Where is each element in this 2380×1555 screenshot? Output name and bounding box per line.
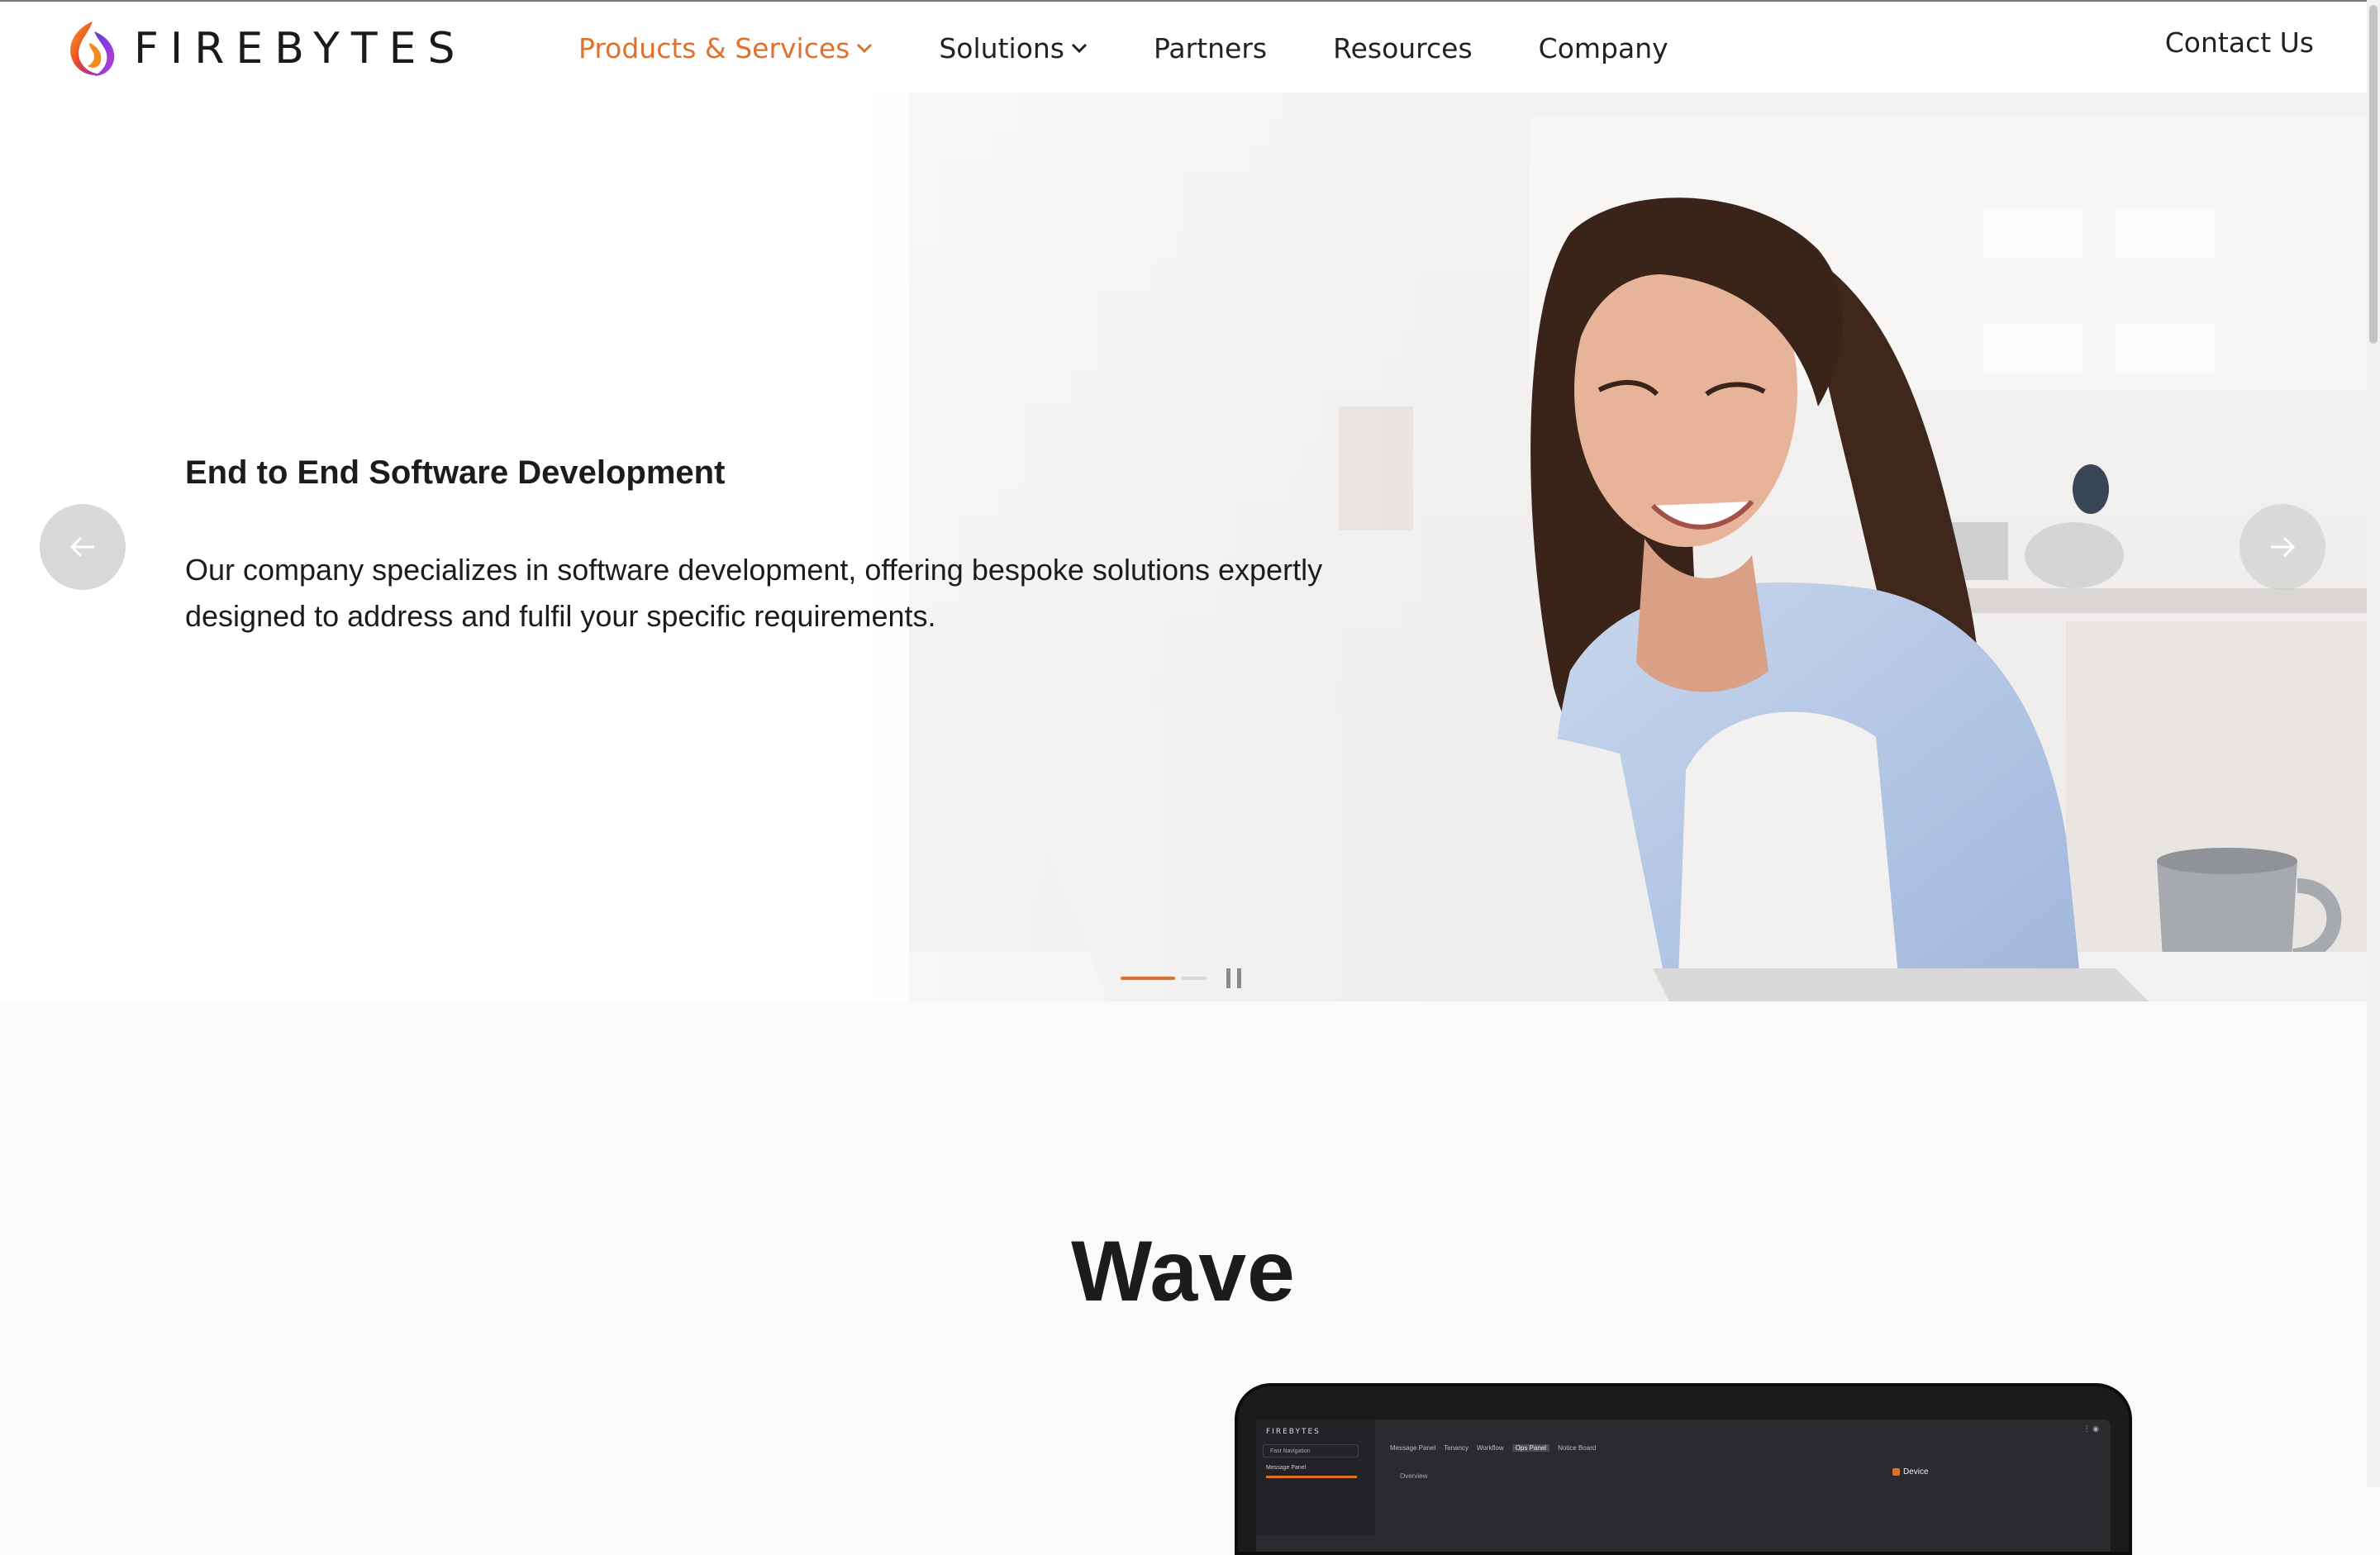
arrow-right-icon: [2271, 536, 2296, 558]
nav-resources[interactable]: Resources: [1333, 32, 1473, 64]
chevron-down-icon: [857, 43, 873, 54]
nav-company[interactable]: Company: [1539, 32, 1668, 64]
screen-tabs: Message Panel Tenancy Workflow Ops Panel…: [1390, 1444, 1596, 1452]
screen-device-text: Device: [1903, 1467, 1929, 1477]
site-header: FIREBYTES Products & Services Solutions …: [0, 2, 2367, 93]
section-title: Wave: [1071, 1224, 1296, 1320]
hero-description: Our company specializes in software deve…: [185, 553, 1323, 633]
nav-label: Products & Services: [578, 31, 850, 64]
nav-solutions[interactable]: Solutions: [939, 32, 1088, 64]
chevron-down-icon: [1071, 43, 1088, 54]
screen-device-label: Device: [1892, 1467, 1929, 1477]
screen-brand: FIREBYTES: [1266, 1428, 1321, 1436]
screen-tab: Message Panel: [1390, 1444, 1436, 1452]
screen-menu-item: Message Panel: [1266, 1465, 1307, 1471]
product-screenshot: FIREBYTES Fast Navigation Message Panel …: [1235, 1383, 2132, 1555]
logo[interactable]: FIREBYTES: [64, 17, 527, 81]
screen-sidebar: FIREBYTES Fast Navigation Message Panel: [1256, 1419, 1375, 1535]
main-nav: Products & Services Solutions Partners R…: [578, 26, 1735, 69]
screen-toolbar-icons: ⋮ ◉: [2082, 1424, 2099, 1433]
nav-partners[interactable]: Partners: [1154, 32, 1267, 64]
screen-tab: Tenancy: [1444, 1444, 1468, 1452]
contact-us-link[interactable]: Contact Us: [2165, 26, 2314, 59]
arrow-left-icon: [69, 536, 94, 558]
carousel-indicators: [1121, 968, 1241, 988]
nav-label: Solutions: [939, 31, 1064, 64]
screen-overview-label: Overview: [1400, 1472, 1428, 1480]
carousel-next-button[interactable]: [2240, 504, 2325, 590]
screen-tab-selected: Ops Panel: [1511, 1444, 1550, 1452]
nav-products-services[interactable]: Products & Services: [578, 32, 873, 64]
device-screen: FIREBYTES Fast Navigation Message Panel …: [1256, 1419, 2111, 1552]
screen-search: Fast Navigation: [1263, 1444, 1359, 1458]
nav-label: Company: [1538, 31, 1668, 64]
carousel-dot[interactable]: [1182, 977, 1207, 980]
nav-label: Resources: [1333, 31, 1473, 64]
carousel-prev-button[interactable]: [40, 504, 126, 590]
hero-title: End to End Software Development: [185, 454, 726, 491]
logo-text: FIREBYTES: [134, 24, 467, 74]
screen-menu-highlight: [1266, 1476, 1357, 1478]
page-scrollbar[interactable]: [2367, 0, 2380, 1487]
scrollbar-thumb[interactable]: [2369, 5, 2378, 344]
firebytes-logo-icon: [70, 21, 115, 76]
carousel-dot-active[interactable]: [1121, 977, 1175, 980]
screen-tab: Workflow: [1476, 1444, 1504, 1452]
hero-carousel: End to End Software Development Our comp…: [0, 93, 2367, 1001]
screen-tab: Notice Board: [1558, 1444, 1597, 1452]
nav-label: Partners: [1154, 31, 1268, 64]
pause-icon[interactable]: [1226, 968, 1241, 988]
